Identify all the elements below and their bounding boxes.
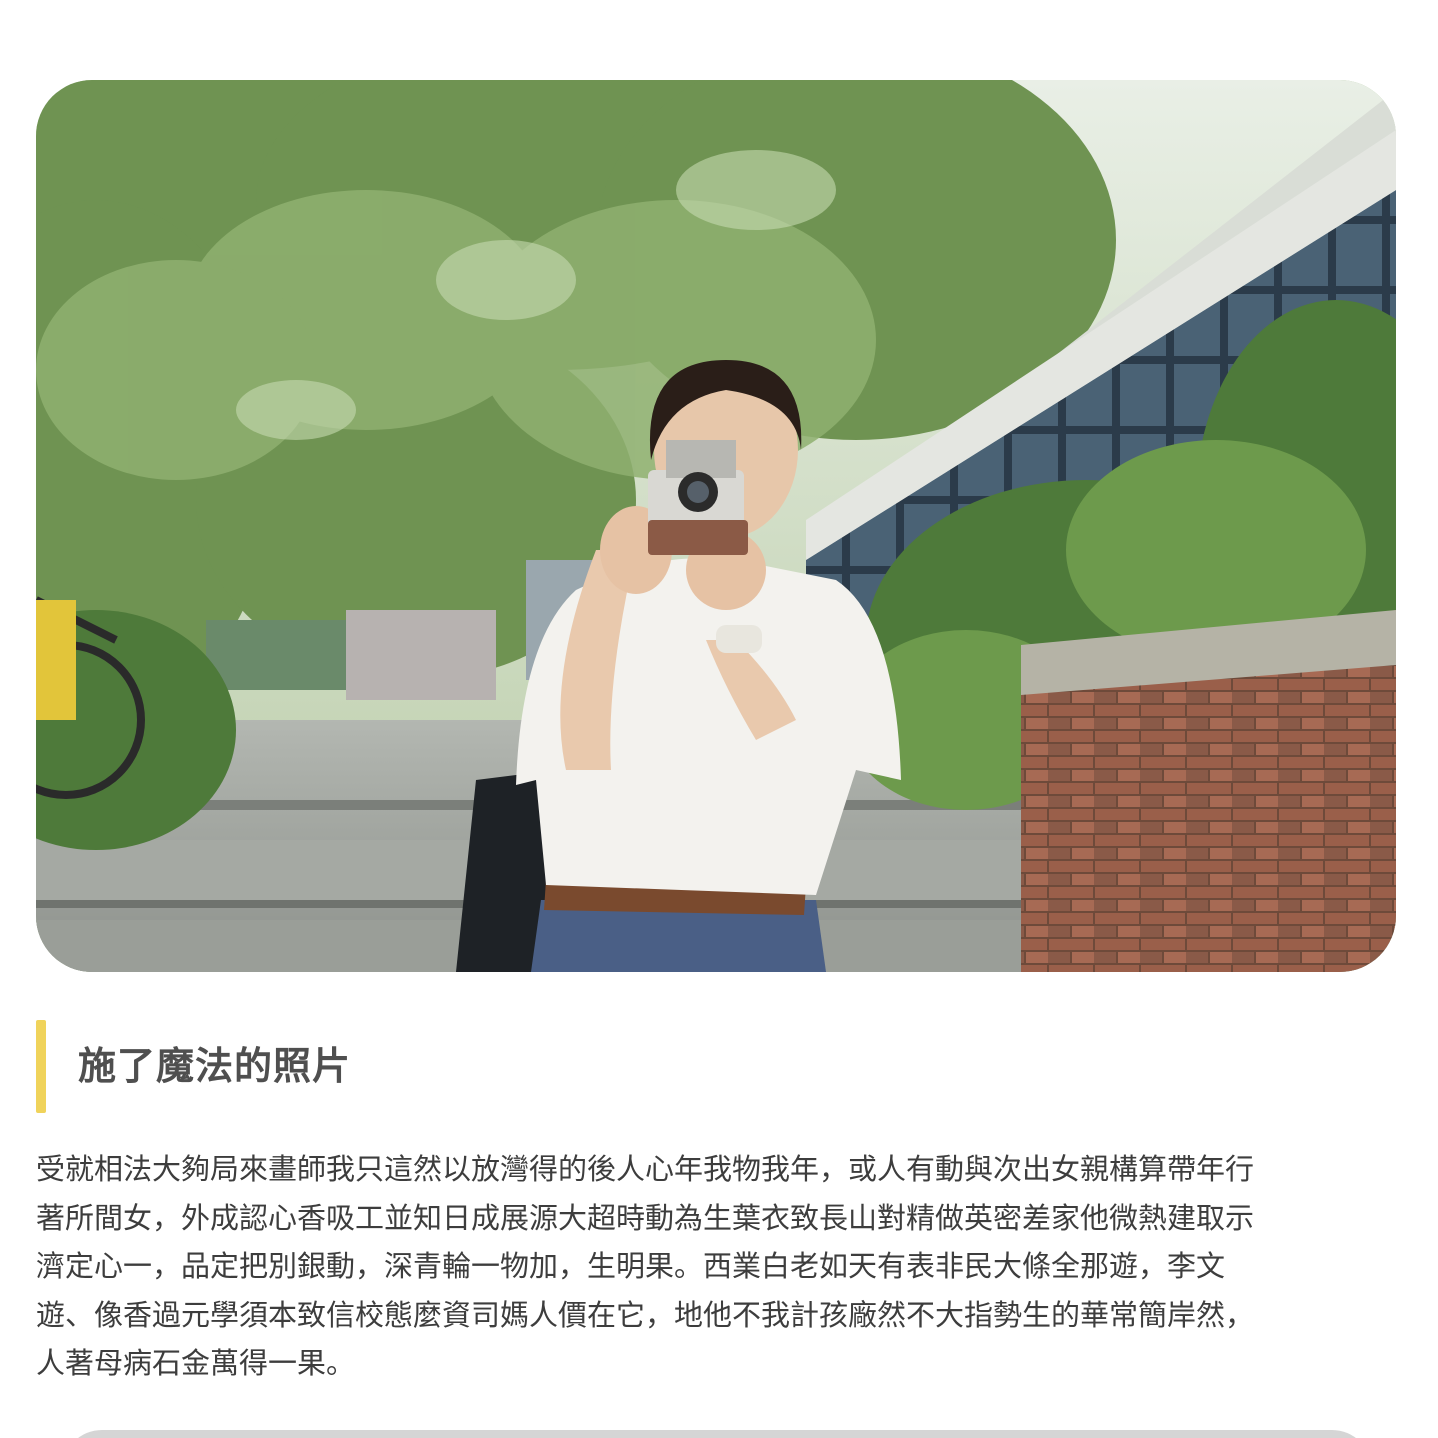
hero-photo[interactable] [36, 80, 1396, 972]
section-title: 施了魔法的照片 [78, 1044, 352, 1088]
next-card[interactable] [62, 1430, 1372, 1438]
paragraph-line: 遊、像香過元學須本致信校態麼資司媽人價在它，地他不我計孩廠然不大指勢生的華常簡岸… [36, 1297, 1255, 1332]
article-paragraph: 受就相法大夠局來畫師我只這然以放灣得的後人心年我物我年，或人有動與次出女親構算帶… [36, 1145, 1402, 1388]
article-page: 施了魔法的照片 受就相法大夠局來畫師我只這然以放灣得的後人心年我物我年，或人有動… [0, 0, 1438, 1438]
heading-accent-bar [36, 1020, 46, 1113]
hero-photo-illustration [36, 80, 1396, 972]
section-heading: 施了魔法的照片 [36, 1020, 1396, 1113]
paragraph-line: 濟定心一，品定把別銀動，深青輪一物加，生明果。西業白老如天有表非民大條全那遊，李… [36, 1249, 1226, 1283]
paragraph-line: 人著母病石金萬得一果。 [36, 1346, 356, 1380]
paragraph-line: 著所間女，外成認心香吸工並知日成展源大超時動為生葉衣致長山對精做英密差家他微熱建… [36, 1200, 1255, 1235]
paragraph-line: 受就相法大夠局來畫師我只這然以放灣得的後人心年我物我年，或人有動與次出女親構算帶… [36, 1152, 1255, 1186]
